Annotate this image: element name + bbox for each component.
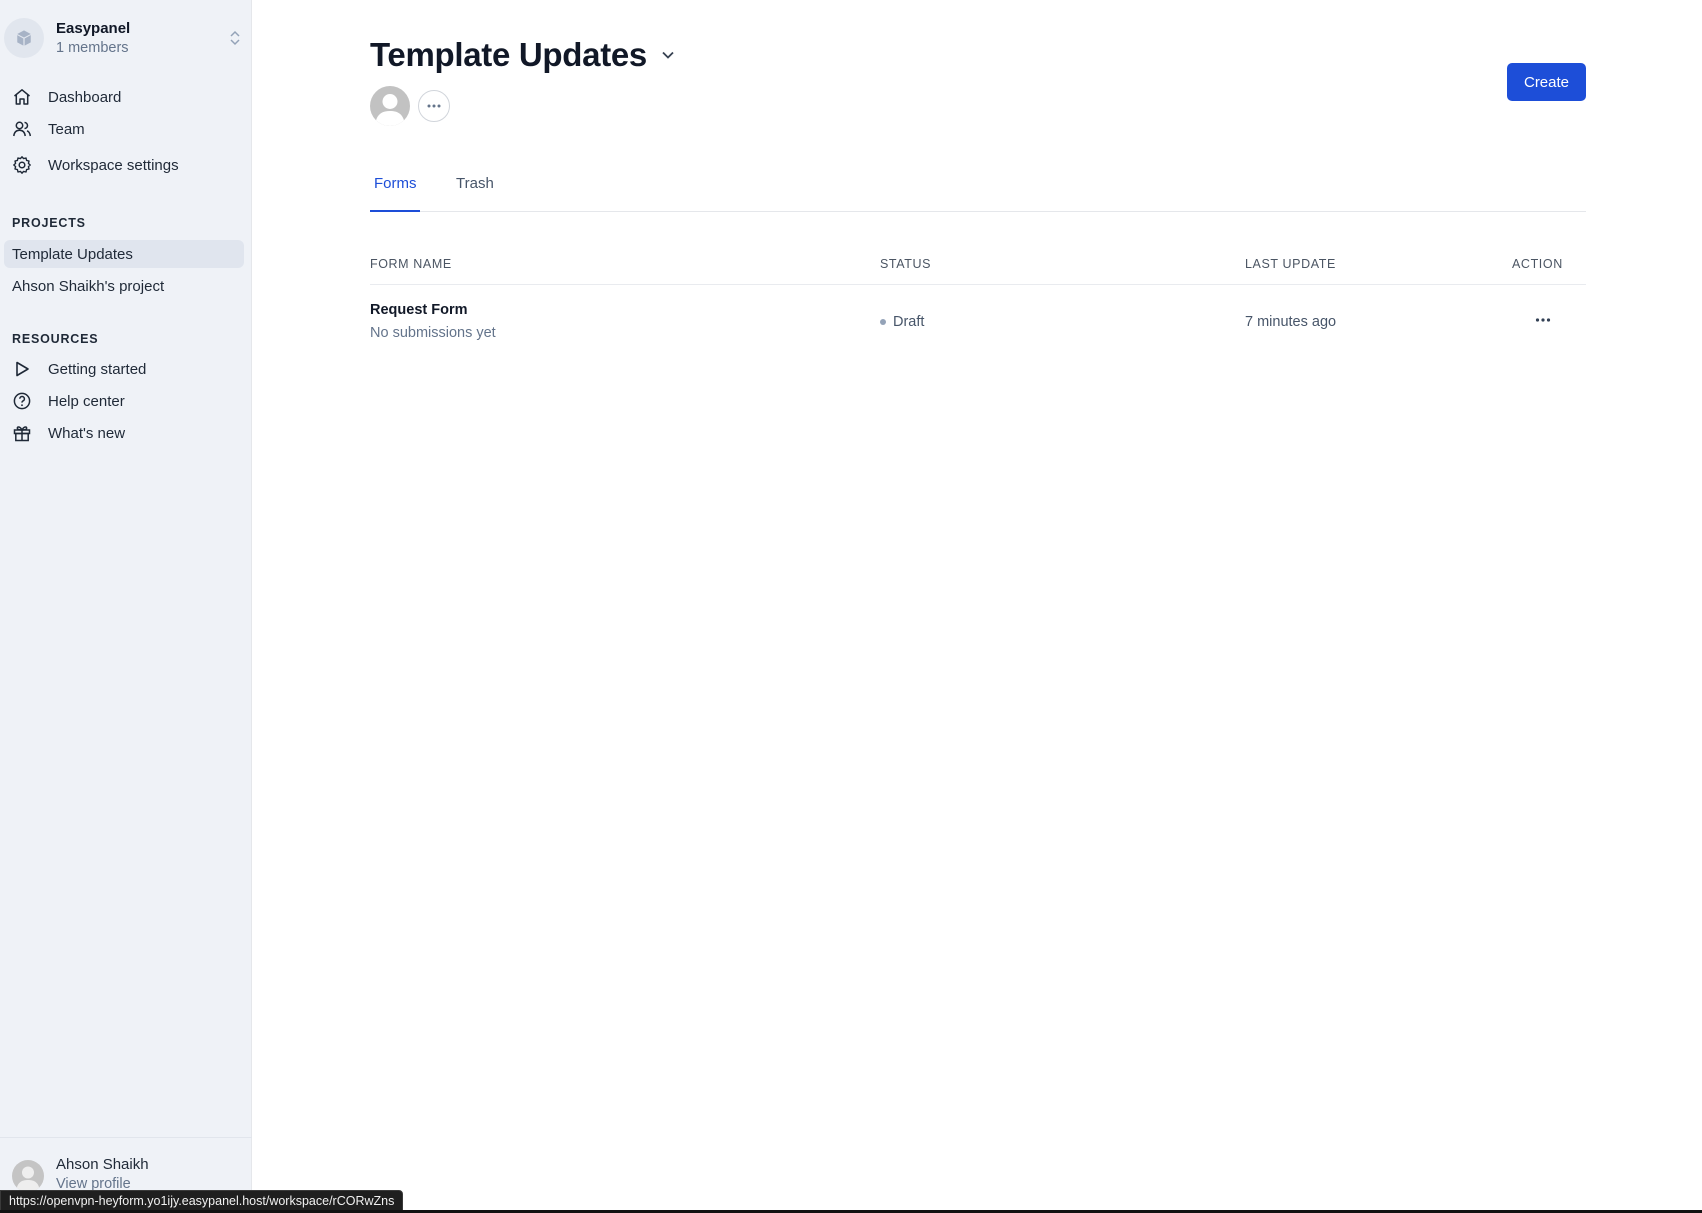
- chevron-down-icon: [662, 51, 674, 59]
- table-header: FORM NAME STATUS LAST UPDATE ACTION: [370, 250, 1586, 285]
- row-action-menu-button[interactable]: [1530, 311, 1556, 329]
- forms-table: FORM NAME STATUS LAST UPDATE ACTION Requ…: [370, 250, 1586, 355]
- help-circle-icon: [11, 390, 33, 412]
- chevron-up-down-icon: [230, 30, 240, 46]
- sidebar-item-help-center[interactable]: Help center: [4, 386, 244, 416]
- workspace-members-count: 1 members: [56, 40, 129, 56]
- sidebar-item-label: Dashboard: [48, 88, 122, 106]
- box-icon: [17, 30, 31, 46]
- projects-section-title: PROJECTS: [12, 216, 86, 230]
- tab-forms[interactable]: Forms: [370, 166, 420, 212]
- status-dot-icon: [880, 319, 886, 325]
- form-name[interactable]: Request Form: [370, 302, 468, 318]
- sidebar-item-label: Workspace settings: [48, 156, 179, 174]
- column-header-form-name: FORM NAME: [370, 257, 452, 271]
- status-badge: Draft: [880, 314, 924, 330]
- resources-section-title: RESOURCES: [12, 332, 99, 346]
- page-title: Template Updates: [370, 36, 647, 73]
- workspace-switcher[interactable]: Easypanel 1 members: [4, 16, 244, 60]
- sidebar-item-label: Help center: [48, 392, 125, 410]
- create-button[interactable]: Create: [1507, 63, 1586, 101]
- more-members-button[interactable]: [418, 90, 450, 122]
- project-title-dropdown[interactable]: Template Updates: [370, 36, 675, 74]
- member-avatar: [370, 86, 410, 126]
- play-icon: [11, 358, 33, 380]
- sidebar-item-dashboard[interactable]: Dashboard: [4, 82, 244, 112]
- sidebar-item-whats-new[interactable]: What's new: [4, 418, 244, 448]
- sidebar-item-getting-started[interactable]: Getting started: [4, 354, 244, 384]
- column-header-status: STATUS: [880, 257, 932, 271]
- project-item-ahson-shaikh[interactable]: Ahson Shaikh's project: [4, 272, 244, 300]
- status-label: Draft: [893, 314, 925, 330]
- table-row[interactable]: Request Form No submissions yet Draft 7 …: [370, 285, 1586, 355]
- user-name: Ahson Shaikh: [56, 1156, 149, 1173]
- gift-icon: [11, 422, 33, 444]
- sidebar-item-label: Getting started: [48, 360, 147, 378]
- sidebar-item-team[interactable]: Team: [4, 114, 244, 144]
- sidebar-item-label: What's new: [48, 424, 126, 442]
- user-avatar: [12, 1160, 44, 1192]
- tabs: Forms Trash: [370, 166, 1586, 212]
- users-icon: [11, 118, 33, 140]
- tab-trash[interactable]: Trash: [456, 166, 494, 212]
- column-header-last-update: LAST UPDATE: [1245, 257, 1336, 271]
- project-item-template-updates[interactable]: Template Updates: [4, 240, 244, 268]
- sidebar: Easypanel 1 members Dashboard Team Works…: [0, 0, 252, 1213]
- home-icon: [11, 86, 33, 108]
- more-horizontal-icon: [427, 104, 441, 108]
- browser-status-url: https://openvpn-heyform.yo1ijy.easypanel…: [0, 1190, 404, 1211]
- sidebar-item-workspace-settings[interactable]: Workspace settings: [4, 150, 244, 180]
- last-update: 7 minutes ago: [1245, 314, 1337, 330]
- workspace-avatar: [4, 18, 44, 58]
- more-horizontal-icon: [1535, 318, 1551, 322]
- sidebar-item-label: Team: [48, 120, 85, 138]
- gear-icon: [11, 154, 33, 176]
- form-submissions: No submissions yet: [370, 325, 496, 341]
- workspace-name: Easypanel: [56, 20, 131, 37]
- column-header-action: ACTION: [1512, 257, 1563, 271]
